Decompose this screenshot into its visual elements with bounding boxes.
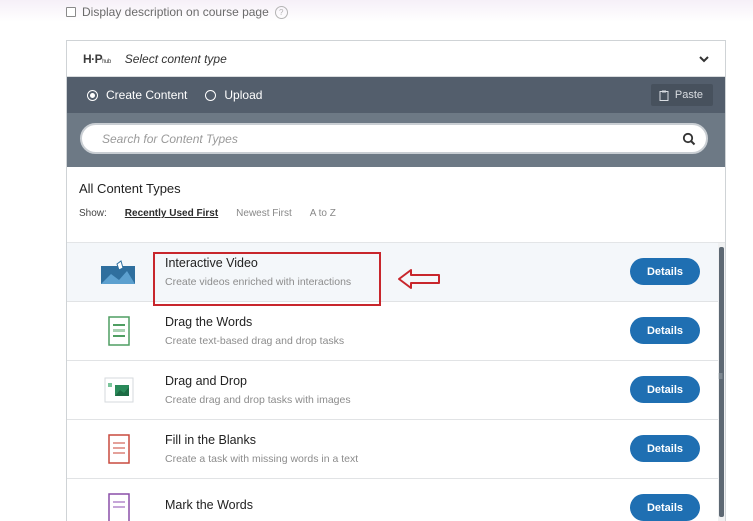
item-title: Drag and Drop [165, 374, 247, 388]
list-item[interactable]: Drag the Words Create text-based drag an… [67, 302, 725, 361]
details-button[interactable]: Details [630, 258, 700, 285]
item-description: Create a task with missing words in a te… [165, 453, 359, 465]
scroll-grip-icon [718, 373, 723, 379]
annotation-highlight-box [153, 252, 381, 306]
paste-button[interactable]: Paste [650, 84, 713, 106]
sort-recently-used[interactable]: Recently Used First [125, 208, 218, 219]
item-description: Create text-based drag and drop tasks [165, 335, 345, 347]
content-types-title: All Content Types [79, 181, 181, 196]
fill-in-the-blanks-icon [99, 432, 139, 466]
interactive-video-icon [99, 255, 139, 289]
display-description-checkbox[interactable] [66, 7, 76, 17]
item-description: Create drag and drop tasks with images [165, 394, 351, 406]
search-icon[interactable] [682, 132, 696, 146]
drag-and-drop-icon [99, 373, 139, 407]
item-title: Drag the Words [165, 315, 253, 329]
details-button[interactable]: Details [630, 317, 700, 344]
mark-the-words-icon [99, 491, 139, 521]
item-title: Mark the Words [165, 498, 253, 512]
content-types-header: All Content Types Show: Recently Used Fi… [67, 167, 725, 243]
search-input[interactable] [100, 130, 682, 147]
hub-tabbar: Create Content Upload Paste [67, 77, 725, 113]
sort-newest-first[interactable]: Newest First [236, 208, 292, 219]
clipboard-icon [659, 90, 669, 101]
paste-label: Paste [674, 89, 703, 101]
item-title: Fill in the Blanks [165, 433, 257, 447]
sort-options: Show: Recently Used First Newest First A… [79, 208, 725, 219]
h5p-logo: H·Phub [83, 51, 111, 66]
drag-the-words-icon [99, 314, 139, 348]
hub-title: Select content type [124, 51, 227, 66]
scrollbar-thumb[interactable] [719, 247, 724, 517]
details-button[interactable]: Details [630, 435, 700, 462]
sort-a-to-z[interactable]: A to Z [310, 208, 336, 219]
list-item[interactable]: Mark the Words Details [67, 479, 725, 521]
list-item[interactable]: Fill in the Blanks Create a task with mi… [67, 420, 725, 479]
radio-create-content[interactable] [87, 89, 98, 101]
display-description-option[interactable]: Display description on course page ? [66, 4, 288, 20]
tab-create-content-label: Create Content [106, 88, 188, 102]
display-description-label: Display description on course page [82, 5, 269, 19]
chevron-down-icon[interactable] [697, 52, 711, 66]
search-area [67, 113, 725, 167]
list-item[interactable]: Drag and Drop Create drag and drop tasks… [67, 361, 725, 420]
search-box[interactable] [80, 123, 708, 154]
annotation-arrow-icon [398, 269, 440, 289]
details-button[interactable]: Details [630, 376, 700, 403]
help-icon[interactable]: ? [274, 5, 288, 19]
radio-upload[interactable] [205, 89, 217, 101]
tab-upload[interactable]: Upload [205, 88, 262, 102]
hub-header[interactable]: H·Phub Select content type [67, 41, 725, 77]
scrollbar[interactable] [718, 243, 725, 521]
sort-show-label: Show: [79, 208, 107, 219]
tab-create-content[interactable]: Create Content [87, 88, 187, 102]
tab-upload-label: Upload [224, 88, 263, 102]
details-button[interactable]: Details [630, 494, 700, 521]
